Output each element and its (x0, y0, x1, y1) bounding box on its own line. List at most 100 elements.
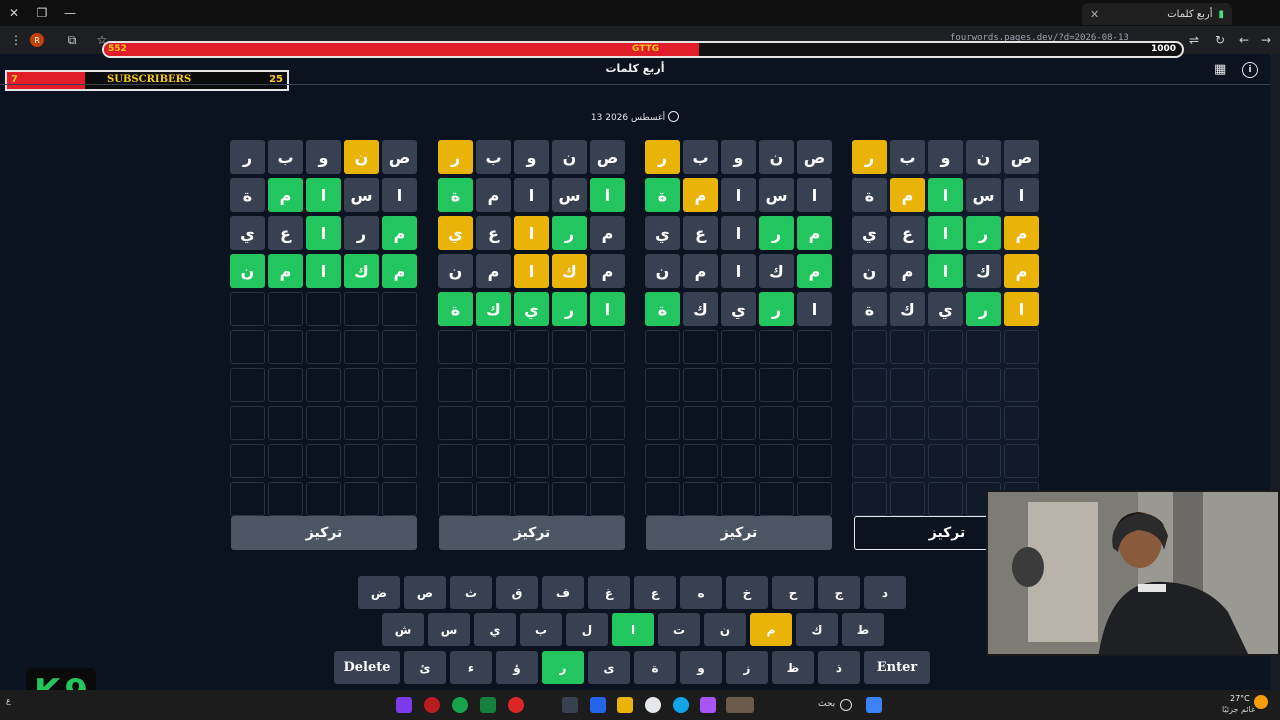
letter-tile: ك (476, 292, 511, 326)
letter-tile: ر (966, 292, 1001, 326)
reload-icon[interactable]: ↻ (1210, 30, 1230, 50)
letter-key[interactable]: و (680, 651, 722, 684)
letter-key[interactable]: ط (842, 613, 884, 646)
letter-key[interactable]: ش (382, 613, 424, 646)
letter-key[interactable]: ه (680, 576, 722, 609)
letter-key[interactable]: ض (358, 576, 400, 609)
obs-icon[interactable] (424, 697, 440, 713)
letter-tile: ك (552, 254, 587, 288)
clock-icon (668, 111, 680, 122)
letter-key[interactable]: خ (726, 576, 768, 609)
steam-icon[interactable] (562, 697, 578, 713)
edge-icon[interactable] (590, 697, 606, 713)
menu-dots-icon[interactable]: ⋮ (6, 30, 26, 50)
empty-tile (966, 368, 1001, 402)
letter-key[interactable]: ف (542, 576, 584, 609)
forward-icon[interactable]: ← (1234, 30, 1254, 50)
letter-key[interactable]: ر (542, 651, 584, 684)
letter-tile: م (1004, 254, 1039, 288)
focus-button-board-3[interactable]: تركيز (439, 516, 625, 550)
start-icon[interactable] (866, 697, 882, 713)
letter-key[interactable]: د (864, 576, 906, 609)
letter-key[interactable]: غ (588, 576, 630, 609)
restore-window-icon[interactable]: ❐ (28, 0, 56, 26)
letter-key[interactable]: ذ (818, 651, 860, 684)
focus-button-board-2[interactable]: تركيز (646, 516, 832, 550)
empty-tile (438, 482, 473, 516)
xbox-icon[interactable] (480, 697, 496, 713)
enter-key[interactable]: Enter (864, 651, 930, 684)
letter-tile: ر (759, 216, 794, 250)
profile-avatar[interactable]: R (30, 33, 44, 47)
letter-key[interactable]: ة (634, 651, 676, 684)
letter-key[interactable]: ث (450, 576, 492, 609)
letter-key[interactable]: ب (520, 613, 562, 646)
letter-key[interactable]: ا (612, 613, 654, 646)
focus-button-board-4[interactable]: تركيز (231, 516, 417, 550)
app-red-icon[interactable] (508, 697, 524, 713)
extensions-icon[interactable]: ⧉ (62, 30, 82, 50)
letter-tile: ي (928, 292, 963, 326)
letter-key[interactable]: ص (404, 576, 446, 609)
letter-key[interactable]: ح (772, 576, 814, 609)
empty-tile (645, 406, 680, 440)
letter-key[interactable]: ج (818, 576, 860, 609)
close-window-icon[interactable]: ✕ (0, 0, 28, 26)
letter-tile: ص (1004, 140, 1039, 174)
letter-key[interactable]: ئ (404, 651, 446, 684)
letter-key[interactable]: ء (450, 651, 492, 684)
input-language[interactable]: ع (6, 696, 11, 705)
board-3[interactable]: صنوبراسامةمراعيمكامناريكة (438, 140, 625, 520)
back-icon[interactable]: → (1256, 30, 1276, 50)
board-row: مكامن (645, 254, 832, 288)
browser-icon[interactable] (673, 697, 689, 713)
board-1[interactable]: صنوبراسامةمراعيمكامناريكة (852, 140, 1039, 520)
letter-key[interactable]: ن (704, 613, 746, 646)
copilot-icon[interactable] (700, 697, 716, 713)
board-row: اريكة (438, 292, 625, 326)
taskbar-search-label[interactable]: بحث (818, 699, 835, 709)
letter-tile: ر (552, 216, 587, 250)
calendar-icon[interactable]: ▦ (1214, 62, 1230, 78)
letter-key[interactable]: ى (588, 651, 630, 684)
chrome-icon[interactable] (452, 697, 468, 713)
letter-tile: م (476, 178, 511, 212)
letter-tile: ن (966, 140, 1001, 174)
letter-key[interactable]: ي (474, 613, 516, 646)
widgets-icon[interactable] (726, 697, 754, 713)
tab-close-icon[interactable]: ✕ (1090, 8, 1099, 21)
letter-key[interactable]: ؤ (496, 651, 538, 684)
letter-key[interactable]: ق (496, 576, 538, 609)
letter-key[interactable]: ل (566, 613, 608, 646)
weather-icon[interactable] (1254, 695, 1268, 709)
letter-key[interactable]: م (750, 613, 792, 646)
board-row (438, 482, 625, 516)
board-row (852, 330, 1039, 364)
browser-tab[interactable]: ✕ أربع كلمات ▮ (1082, 3, 1232, 25)
letter-tile: ر (966, 216, 1001, 250)
letter-key[interactable]: ظ (772, 651, 814, 684)
tune-icon[interactable]: ⇌ (1184, 30, 1204, 50)
letter-tile: م (797, 216, 832, 250)
letter-tile: ا (928, 216, 963, 250)
letter-tile: و (928, 140, 963, 174)
letter-key[interactable]: ز (726, 651, 768, 684)
letter-key[interactable]: ع (634, 576, 676, 609)
app-white-icon[interactable] (645, 697, 661, 713)
board-2[interactable]: صنوبراسامةمراعيمكامناريكة (645, 140, 832, 520)
search-icon[interactable] (840, 699, 852, 711)
board-row: صنوبر (438, 140, 625, 174)
empty-tile (306, 444, 341, 478)
info-icon[interactable]: i (1242, 62, 1258, 78)
board-4[interactable]: صنوبراسامةمراعيمكامن (230, 140, 417, 520)
letter-key[interactable]: س (428, 613, 470, 646)
empty-tile (438, 368, 473, 402)
letter-key[interactable]: ت (658, 613, 700, 646)
minimize-window-icon[interactable]: — (56, 0, 84, 26)
empty-tile (344, 292, 379, 326)
empty-tile (966, 444, 1001, 478)
letter-key[interactable]: ك (796, 613, 838, 646)
delete-key[interactable]: Delete (334, 651, 400, 684)
folder-icon[interactable] (617, 697, 633, 713)
discord-icon[interactable] (396, 697, 412, 713)
